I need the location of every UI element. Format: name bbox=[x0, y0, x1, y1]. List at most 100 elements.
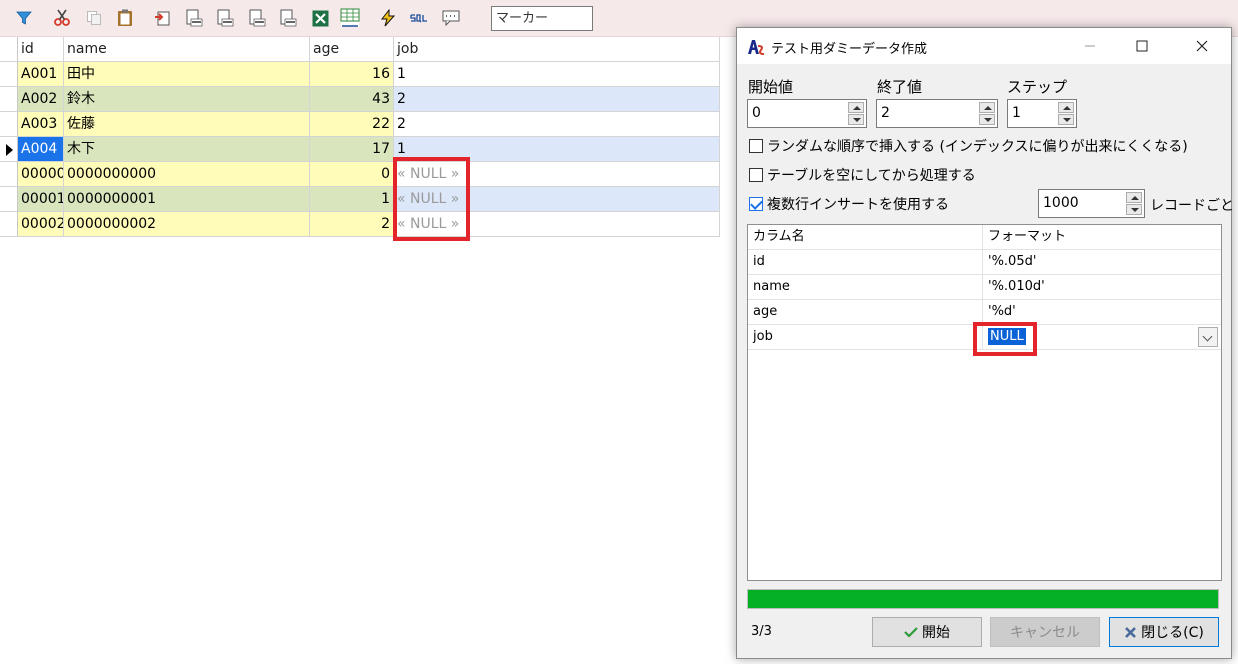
batch-size-spinner[interactable]: 1000 bbox=[1038, 189, 1145, 218]
cell-name[interactable]: 0000000000 bbox=[64, 162, 310, 187]
close-button[interactable]: 閉じる(C) bbox=[1109, 617, 1219, 647]
cell-name[interactable]: 鈴木 bbox=[64, 87, 310, 112]
cell-age[interactable]: 0 bbox=[310, 162, 394, 187]
highlight-box bbox=[393, 157, 470, 241]
cell-id[interactable]: A001 bbox=[18, 62, 64, 87]
format-row[interactable]: name '%.010d' bbox=[748, 275, 1221, 300]
cell-id[interactable]: 00000 bbox=[18, 162, 64, 187]
format-value[interactable]: '%.05d' bbox=[983, 250, 1221, 275]
table-row[interactable]: 00001 0000000001 1 « NULL » bbox=[0, 187, 720, 212]
grid-header: id name age job bbox=[0, 37, 720, 62]
filter-icon[interactable] bbox=[14, 8, 34, 28]
format-column-name[interactable]: age bbox=[748, 300, 983, 325]
step-value: 1 bbox=[1012, 105, 1021, 121]
export-icon[interactable] bbox=[152, 8, 172, 28]
json-icon[interactable] bbox=[278, 8, 298, 28]
check-icon bbox=[904, 627, 918, 638]
multi-insert-checkbox[interactable] bbox=[749, 197, 763, 211]
table-row[interactable]: A002 鈴木 43 2 bbox=[0, 87, 720, 112]
cancel-button-label: キャンセル bbox=[1010, 625, 1080, 641]
start-value-spinner[interactable]: 0 bbox=[747, 99, 867, 128]
table-row[interactable]: A003 佐藤 22 2 bbox=[0, 112, 720, 137]
progress-bar bbox=[747, 589, 1219, 609]
end-value-spinner[interactable]: 2 bbox=[876, 99, 998, 128]
batch-suffix-label: レコードごと bbox=[1150, 198, 1234, 214]
cell-age[interactable]: 17 bbox=[310, 137, 394, 162]
table-row[interactable]: 00000 0000000000 0 « NULL » bbox=[0, 162, 720, 187]
minimize-icon[interactable] bbox=[1067, 28, 1113, 64]
chevron-down-icon[interactable] bbox=[1198, 327, 1218, 347]
cut-icon[interactable] bbox=[52, 8, 72, 28]
dialog-title: テスト用ダミーデータ作成 bbox=[771, 42, 928, 57]
spin-down-icon[interactable] bbox=[979, 114, 995, 125]
start-button-label: 開始 bbox=[922, 625, 950, 641]
copy-icon[interactable] bbox=[84, 8, 104, 28]
step-value-spinner[interactable]: 1 bbox=[1007, 99, 1077, 128]
cell-age[interactable]: 43 bbox=[310, 87, 394, 112]
cell-name[interactable]: 0000000002 bbox=[64, 212, 310, 237]
format-column-name[interactable]: name bbox=[748, 275, 983, 300]
format-column-name[interactable]: id bbox=[748, 250, 983, 275]
cell-id[interactable]: A002 bbox=[18, 87, 64, 112]
truncate-label[interactable]: テーブルを空にしてから処理する bbox=[767, 165, 976, 185]
paste-icon[interactable] bbox=[115, 8, 135, 28]
format-header[interactable]: フォーマット bbox=[983, 225, 1221, 250]
cell-job[interactable]: 2 bbox=[394, 87, 720, 112]
multi-insert-label[interactable]: 複数行インサートを使用する bbox=[767, 194, 949, 214]
cancel-button[interactable]: キャンセル bbox=[990, 617, 1100, 647]
sql-icon[interactable] bbox=[409, 8, 429, 28]
table-row[interactable]: A001 田中 16 1 bbox=[0, 62, 720, 87]
spin-up-icon[interactable] bbox=[1058, 102, 1074, 113]
comment-icon[interactable] bbox=[441, 8, 461, 28]
cell-name[interactable]: 0000000001 bbox=[64, 187, 310, 212]
cell-age[interactable]: 22 bbox=[310, 112, 394, 137]
tsv-icon[interactable] bbox=[215, 8, 235, 28]
format-table: カラム名 フォーマット id '%.05d' name '%.010d' age… bbox=[747, 224, 1222, 581]
cell-name[interactable]: 佐藤 bbox=[64, 112, 310, 137]
column-header-job[interactable]: job bbox=[394, 37, 720, 62]
maximize-icon[interactable] bbox=[1119, 28, 1165, 64]
marker-input[interactable] bbox=[491, 6, 593, 31]
cell-age[interactable]: 2 bbox=[310, 212, 394, 237]
table-row-current[interactable]: A004 木下 17 1 bbox=[0, 137, 720, 162]
cell-age[interactable]: 1 bbox=[310, 187, 394, 212]
xml-icon[interactable] bbox=[247, 8, 267, 28]
cell-age[interactable]: 16 bbox=[310, 62, 394, 87]
row-indicator bbox=[0, 62, 18, 87]
random-order-checkbox[interactable] bbox=[749, 139, 763, 153]
spin-down-icon[interactable] bbox=[1058, 114, 1074, 125]
progress-fill bbox=[748, 590, 1218, 608]
excel-icon[interactable] bbox=[310, 8, 330, 28]
spin-down-icon[interactable] bbox=[848, 114, 864, 125]
cell-name[interactable]: 田中 bbox=[64, 62, 310, 87]
spin-down-icon[interactable] bbox=[1126, 204, 1142, 215]
column-header-age[interactable]: age bbox=[310, 37, 394, 62]
start-button[interactable]: 開始 bbox=[872, 617, 982, 647]
format-column-name[interactable]: job bbox=[748, 325, 983, 350]
format-row[interactable]: id '%.05d' bbox=[748, 250, 1221, 275]
random-order-label[interactable]: ランダムな順序で挿入する (インデックスに偏りが出来にくくなる) bbox=[767, 136, 1188, 156]
column-header-name[interactable]: name bbox=[64, 37, 310, 62]
table-row[interactable]: 00002 0000000002 2 « NULL » bbox=[0, 212, 720, 237]
close-button-label: 閉じる(C) bbox=[1141, 625, 1204, 641]
end-label: 終了値 bbox=[877, 78, 923, 96]
column-header-id[interactable]: id bbox=[18, 37, 64, 62]
dialog-titlebar[interactable]: テスト用ダミーデータ作成 bbox=[737, 28, 1231, 64]
spin-up-icon[interactable] bbox=[848, 102, 864, 113]
spin-up-icon[interactable] bbox=[979, 102, 995, 113]
column-name-header[interactable]: カラム名 bbox=[748, 225, 983, 250]
cell-name[interactable]: 木下 bbox=[64, 137, 310, 162]
cell-id[interactable]: 00002 bbox=[18, 212, 64, 237]
spin-up-icon[interactable] bbox=[1126, 192, 1142, 203]
cell-job[interactable]: 2 bbox=[394, 112, 720, 137]
close-icon[interactable] bbox=[1179, 28, 1225, 64]
cell-id[interactable]: A003 bbox=[18, 112, 64, 137]
flash-icon[interactable] bbox=[378, 8, 398, 28]
html-icon[interactable] bbox=[340, 8, 360, 28]
cell-id-selected[interactable]: A004 bbox=[18, 137, 64, 162]
cell-job[interactable]: 1 bbox=[394, 62, 720, 87]
format-value[interactable]: '%.010d' bbox=[983, 275, 1221, 300]
truncate-checkbox[interactable] bbox=[749, 168, 763, 182]
cell-id[interactable]: 00001 bbox=[18, 187, 64, 212]
csv-icon[interactable] bbox=[184, 8, 204, 28]
